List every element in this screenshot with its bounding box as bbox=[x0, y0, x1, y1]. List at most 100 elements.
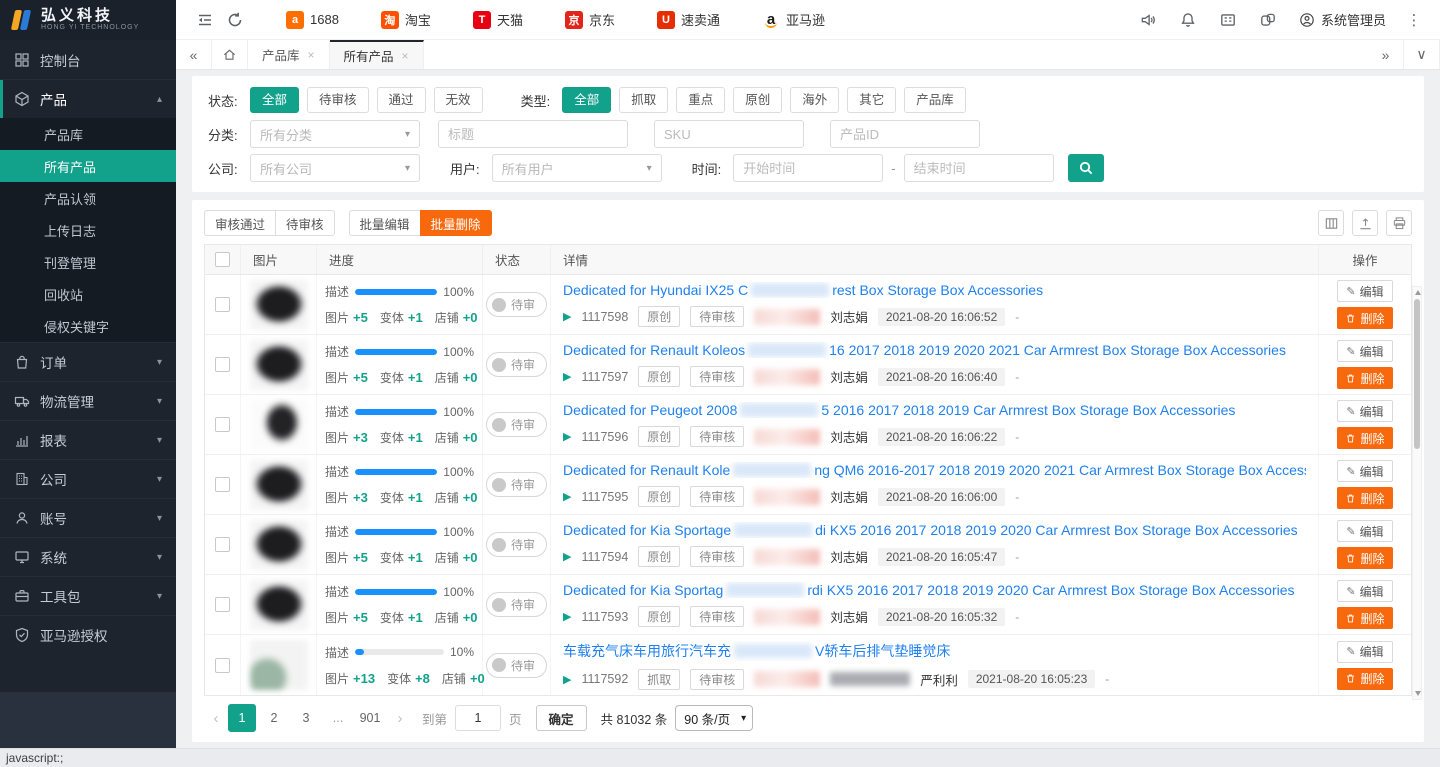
export-icon[interactable] bbox=[1352, 210, 1378, 236]
filter-chip[interactable]: 抓取 bbox=[619, 87, 668, 113]
delete-button[interactable]: 删除 bbox=[1337, 427, 1393, 449]
sidebar-item-account[interactable]: 账号▾ bbox=[0, 498, 176, 537]
sidebar-subitem[interactable]: 产品认领 bbox=[0, 182, 176, 214]
user-menu[interactable]: 系统管理员 bbox=[1293, 10, 1392, 29]
filter-chip[interactable]: 产品库 bbox=[904, 87, 966, 113]
refresh-button[interactable] bbox=[220, 5, 250, 35]
row-checkbox[interactable] bbox=[215, 297, 230, 312]
play-icon[interactable]: ▶ bbox=[563, 310, 571, 323]
product-title-link[interactable]: Dedicated for Peugeot 2008 5 2016 2017 2… bbox=[563, 402, 1306, 418]
row-checkbox[interactable] bbox=[215, 597, 230, 612]
product-title-link[interactable]: Dedicated for Renault Koleos 16 2017 201… bbox=[563, 342, 1306, 358]
print-icon[interactable] bbox=[1386, 210, 1412, 236]
more-menu-icon[interactable]: ⋮ bbox=[1402, 11, 1426, 29]
product-image[interactable] bbox=[250, 460, 308, 510]
scroll-down-icon[interactable] bbox=[1415, 691, 1421, 696]
start-time-input[interactable] bbox=[733, 154, 883, 182]
page-size-select[interactable]: 90 条/页 ▾ bbox=[675, 705, 753, 731]
row-checkbox[interactable] bbox=[215, 417, 230, 432]
filter-chip[interactable]: 海外 bbox=[790, 87, 839, 113]
tab-close-icon[interactable]: × bbox=[308, 48, 315, 62]
product-title-link[interactable]: Dedicated for Kia Sportag rdi KX5 2016 2… bbox=[563, 582, 1306, 598]
apps-grid-icon[interactable] bbox=[1213, 5, 1243, 35]
row-checkbox[interactable] bbox=[215, 537, 230, 552]
page-number[interactable]: 2 bbox=[260, 704, 288, 732]
product-id-input[interactable] bbox=[830, 120, 980, 148]
sidebar-subitem[interactable]: 刊登管理 bbox=[0, 246, 176, 278]
row-checkbox[interactable] bbox=[215, 658, 230, 673]
edit-button[interactable]: ✎ 编辑 bbox=[1337, 460, 1393, 482]
platform-link[interactable]: a 亚马逊 bbox=[762, 10, 825, 29]
play-icon[interactable]: ▶ bbox=[563, 550, 571, 563]
sidebar-item-report[interactable]: 报表▾ bbox=[0, 420, 176, 459]
sidebar-item-toolkit[interactable]: 工具包▾ bbox=[0, 576, 176, 615]
delete-button[interactable]: 删除 bbox=[1337, 487, 1393, 509]
sidebar-subitem[interactable]: 侵权关键字 bbox=[0, 310, 176, 342]
platform-link[interactable]: a 1688 bbox=[286, 11, 339, 29]
filter-chip[interactable]: 原创 bbox=[733, 87, 782, 113]
sidebar-subitem[interactable]: 所有产品 bbox=[0, 150, 176, 182]
filter-chip[interactable]: 待审核 bbox=[307, 87, 369, 113]
tabs-scroll-left-button[interactable]: « bbox=[176, 40, 212, 69]
play-icon[interactable]: ▶ bbox=[563, 430, 571, 443]
select-all-checkbox[interactable] bbox=[215, 252, 230, 267]
row-checkbox[interactable] bbox=[215, 357, 230, 372]
announcement-icon[interactable] bbox=[1133, 5, 1163, 35]
sidebar-collapse-button[interactable] bbox=[190, 5, 220, 35]
filter-chip[interactable]: 通过 bbox=[377, 87, 426, 113]
search-button[interactable] bbox=[1068, 154, 1104, 182]
delete-button[interactable]: 删除 bbox=[1337, 367, 1393, 389]
product-image[interactable] bbox=[250, 520, 308, 570]
page-number[interactable]: 1 bbox=[228, 704, 256, 732]
sidebar-item-amazon-auth[interactable]: 亚马逊授权 bbox=[0, 615, 176, 654]
title-input[interactable] bbox=[438, 120, 628, 148]
filter-chip[interactable]: 全部 bbox=[562, 87, 611, 113]
scroll-up-icon[interactable] bbox=[1415, 290, 1421, 295]
platform-switch-icon[interactable] bbox=[1253, 5, 1283, 35]
delete-button[interactable]: 删除 bbox=[1337, 307, 1393, 329]
page-number[interactable]: 901 bbox=[356, 704, 384, 732]
category-select[interactable]: 所有分类 ▾ bbox=[250, 120, 420, 148]
set-pending-button[interactable]: 待审核 bbox=[275, 210, 335, 236]
filter-chip[interactable]: 其它 bbox=[847, 87, 896, 113]
sidebar-subitem[interactable]: 上传日志 bbox=[0, 214, 176, 246]
sidebar-item-dashboard[interactable]: 控制台 bbox=[0, 40, 176, 79]
sidebar-subitem[interactable]: 回收站 bbox=[0, 278, 176, 310]
table-scrollbar[interactable] bbox=[1412, 286, 1422, 700]
filter-chip[interactable]: 重点 bbox=[676, 87, 725, 113]
tab[interactable]: 产品库 × bbox=[248, 40, 330, 69]
goto-page-input[interactable] bbox=[455, 705, 501, 731]
edit-button[interactable]: ✎ 编辑 bbox=[1337, 340, 1393, 362]
scrollbar-thumb[interactable] bbox=[1414, 299, 1420, 449]
page-number[interactable]: 3 bbox=[292, 704, 320, 732]
sidebar-item-company[interactable]: 公司▾ bbox=[0, 459, 176, 498]
edit-button[interactable]: ✎ 编辑 bbox=[1337, 280, 1393, 302]
filter-chip[interactable]: 全部 bbox=[250, 87, 299, 113]
column-settings-icon[interactable] bbox=[1318, 210, 1344, 236]
tab[interactable]: 所有产品 × bbox=[330, 40, 424, 69]
row-checkbox[interactable] bbox=[215, 477, 230, 492]
edit-button[interactable]: ✎ 编辑 bbox=[1337, 400, 1393, 422]
platform-link[interactable]: 京 京东 bbox=[565, 10, 615, 29]
product-image[interactable] bbox=[250, 580, 308, 630]
end-time-input[interactable] bbox=[904, 154, 1054, 182]
product-title-link[interactable]: Dedicated for Hyundai IX25 C rest Box St… bbox=[563, 282, 1306, 298]
sidebar-item-logistics[interactable]: 物流管理▾ bbox=[0, 381, 176, 420]
sidebar-subitem[interactable]: 产品库 bbox=[0, 118, 176, 150]
tabs-menu-button[interactable]: ∨ bbox=[1404, 40, 1440, 69]
next-page-icon[interactable]: › bbox=[388, 710, 412, 727]
product-title-link[interactable]: Dedicated for Renault Kole ng QM6 2016-2… bbox=[563, 462, 1306, 478]
platform-link[interactable]: 淘 淘宝 bbox=[381, 10, 431, 29]
notification-bell-icon[interactable] bbox=[1173, 5, 1203, 35]
batch-edit-button[interactable]: 批量编辑 bbox=[349, 210, 420, 236]
product-title-link[interactable]: Dedicated for Kia Sportage di KX5 2016 2… bbox=[563, 522, 1306, 538]
product-title-link[interactable]: 车载充气床车用旅行汽车充 V轿车后排气垫睡觉床 bbox=[563, 641, 1306, 661]
platform-link[interactable]: U 速卖通 bbox=[657, 10, 720, 29]
play-icon[interactable]: ▶ bbox=[563, 673, 571, 686]
tab-close-icon[interactable]: × bbox=[402, 49, 409, 63]
prev-page-icon[interactable]: ‹ bbox=[204, 710, 228, 727]
sidebar-item-system[interactable]: 系统▾ bbox=[0, 537, 176, 576]
delete-button[interactable]: 删除 bbox=[1337, 668, 1393, 690]
delete-button[interactable]: 删除 bbox=[1337, 607, 1393, 629]
tabs-scroll-right-button[interactable]: » bbox=[1368, 40, 1404, 69]
